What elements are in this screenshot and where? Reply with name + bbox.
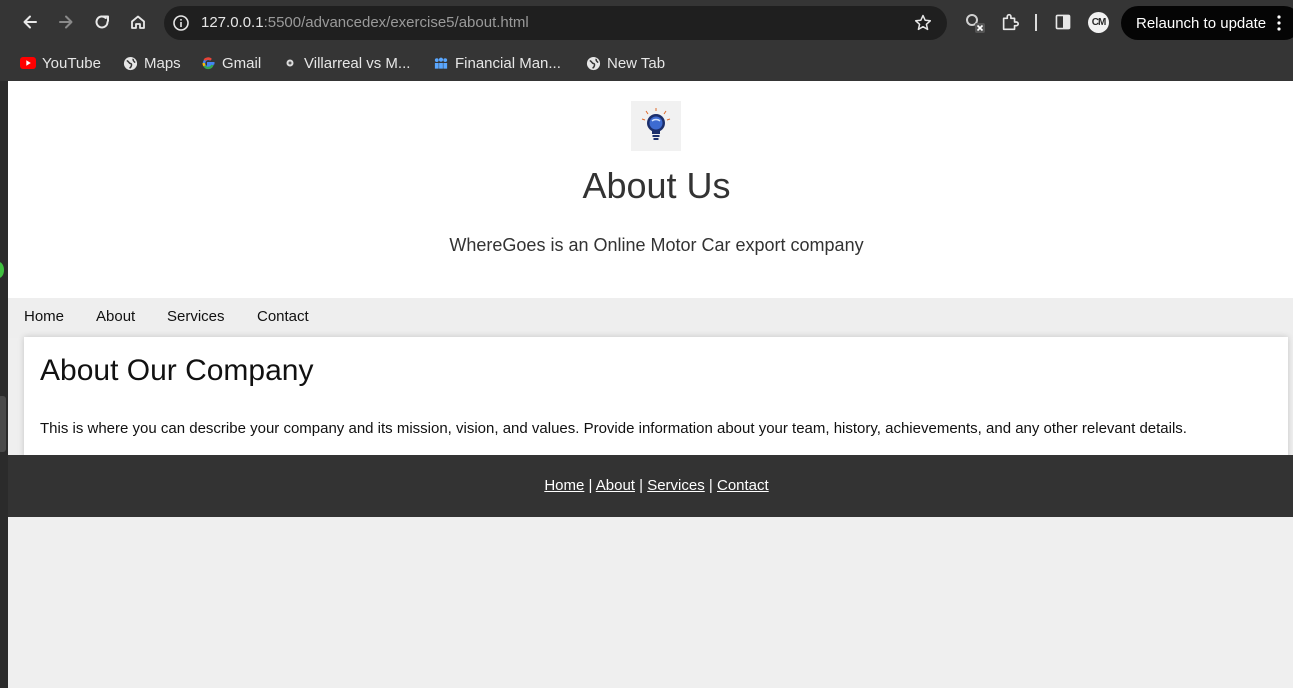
people-icon <box>433 55 449 71</box>
side-panel-icon[interactable] <box>1052 11 1074 33</box>
footer-home-link[interactable]: Home <box>544 477 584 494</box>
puzzle-icon[interactable] <box>999 11 1021 33</box>
main-nav: Home About Services Contact <box>8 298 1293 338</box>
footer-links: Home | About | Services | Contact <box>8 477 1293 494</box>
page-subtitle: WhereGoes is an Online Motor Car export … <box>449 235 864 255</box>
bookmark-villarreal[interactable]: Villarreal vs M... <box>282 51 410 75</box>
about-section: About Our Company This is where you can … <box>24 337 1288 459</box>
globe-icon <box>585 55 601 71</box>
section-heading: About Our Company <box>40 354 314 387</box>
bookmark-label: Maps <box>144 54 181 72</box>
nav-contact-link[interactable]: Contact <box>257 308 309 325</box>
page-header: About Us WhereGoes is an Online Motor Ca… <box>8 81 1293 298</box>
profile-avatar[interactable]: CM <box>1088 12 1109 33</box>
bookmark-label: Financial Man... <box>455 54 561 72</box>
bookmark-star-icon[interactable] <box>913 13 933 33</box>
page-viewport: About Us WhereGoes is an Online Motor Ca… <box>8 81 1293 688</box>
nav-services-link[interactable]: Services <box>167 308 225 325</box>
bookmark-label: Gmail <box>222 54 262 72</box>
window-edge-handle <box>0 396 6 452</box>
google-icon <box>200 55 216 71</box>
footer-contact-link[interactable]: Contact <box>717 477 769 494</box>
relaunch-label: Relaunch to update <box>1136 14 1267 32</box>
page-footer: Home | About | Services | Contact <box>8 455 1293 517</box>
soccer-icon <box>282 55 298 71</box>
bookmark-financial[interactable]: Financial Man... <box>433 51 561 75</box>
footer-separator: | <box>708 477 713 494</box>
bookmark-label: YouTube <box>42 54 101 72</box>
footer-separator: | <box>639 477 644 494</box>
bookmark-youtube[interactable]: YouTube <box>20 51 101 75</box>
window-edge-indicator <box>0 262 4 278</box>
url-path: :5500/advancedex/exercise5/about.html <box>263 14 529 31</box>
back-icon[interactable] <box>17 9 43 35</box>
toolbar-separator <box>1035 14 1037 31</box>
bookmark-label: New Tab <box>607 54 666 72</box>
bookmark-label: Villarreal vs M... <box>304 54 411 72</box>
address-bar[interactable]: 127.0.0.1:5500/advancedex/exercise5/abou… <box>164 6 947 40</box>
forward-icon[interactable] <box>53 9 79 35</box>
home-icon[interactable] <box>125 9 151 35</box>
bookmarks-bar: YouTube Maps Gmail Villarreal vs M... Fi… <box>0 45 1293 81</box>
bookmark-maps[interactable]: Maps <box>122 51 181 75</box>
menu-dots-icon[interactable] <box>1277 15 1281 31</box>
section-body: This is where you can describe your comp… <box>40 420 1187 437</box>
url-text: 127.0.0.1:5500/advancedex/exercise5/abou… <box>201 14 529 31</box>
reload-icon[interactable] <box>89 9 115 35</box>
url-host: 127.0.0.1 <box>201 14 264 31</box>
browser-toolbar: 127.0.0.1:5500/advancedex/exercise5/abou… <box>0 0 1293 45</box>
footer-separator: | <box>588 477 593 494</box>
extension-badge-icon[interactable] <box>963 11 985 33</box>
relaunch-button[interactable]: Relaunch to update <box>1121 6 1293 40</box>
nav-home-link[interactable]: Home <box>24 308 64 325</box>
bookmark-new-tab[interactable]: New Tab <box>585 51 665 75</box>
bookmark-gmail[interactable]: Gmail <box>200 51 261 75</box>
footer-services-link[interactable]: Services <box>647 477 705 494</box>
nav-about-link[interactable]: About <box>96 308 135 325</box>
site-info-icon[interactable] <box>172 14 190 32</box>
footer-about-link[interactable]: About <box>596 477 635 494</box>
youtube-icon <box>20 55 36 71</box>
lightbulb-logo <box>631 101 681 151</box>
page-title: About Us <box>582 165 731 206</box>
globe-icon <box>122 55 138 71</box>
